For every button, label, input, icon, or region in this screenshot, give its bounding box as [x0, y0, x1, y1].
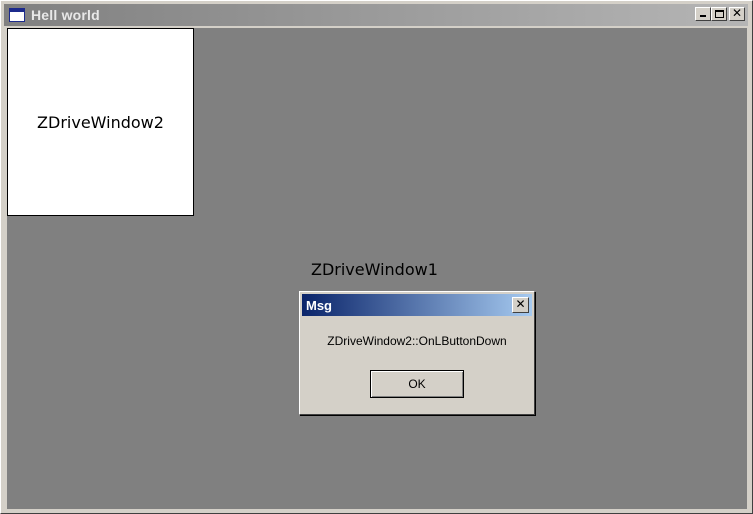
window-title: Hell world: [31, 7, 100, 23]
dialog-message: ZDriveWindow2::OnLButtonDown: [327, 334, 507, 348]
message-dialog: Msg ✕ ZDriveWindow2::OnLButtonDown OK: [299, 291, 535, 415]
caption-buttons: ✕: [695, 6, 745, 21]
client-area[interactable]: ZDriveWindow2 ZDriveWindow1: [7, 28, 747, 509]
minimize-icon: [700, 15, 706, 17]
zdrive-window-1-label: ZDriveWindow1: [311, 260, 438, 279]
close-button[interactable]: ✕: [729, 6, 745, 21]
ok-button[interactable]: OK: [370, 370, 464, 398]
zdrive-window-2[interactable]: ZDriveWindow2: [7, 28, 194, 216]
zdrive-window-2-label: ZDriveWindow2: [37, 112, 164, 132]
main-window: Hell world ✕ ZDriveWindow2 ZDriveWindow1…: [0, 0, 753, 514]
maximize-icon: [715, 10, 724, 18]
dialog-title-bar[interactable]: Msg ✕: [302, 294, 532, 316]
application-window-icon[interactable]: [9, 8, 25, 22]
close-icon: ✕: [731, 6, 743, 20]
dialog-title: Msg: [306, 297, 332, 313]
minimize-button[interactable]: [695, 7, 711, 21]
dialog-close-button[interactable]: ✕: [512, 297, 529, 313]
close-icon: ✕: [515, 297, 526, 311]
title-bar[interactable]: Hell world ✕: [4, 4, 748, 26]
maximize-button[interactable]: [711, 7, 727, 21]
